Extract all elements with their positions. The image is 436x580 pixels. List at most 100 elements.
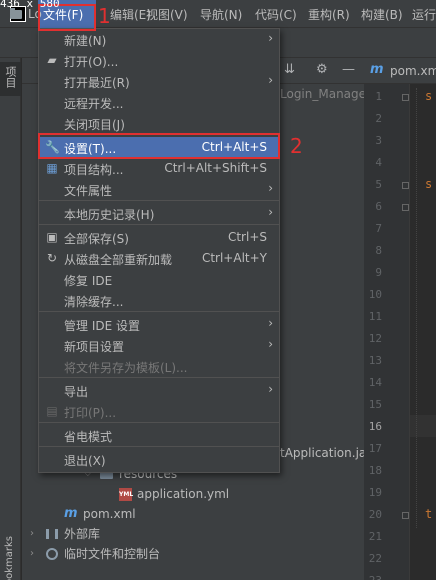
yml-file-icon: YML xyxy=(119,488,133,501)
tree-item-scratches[interactable]: › 临时文件和控制台 xyxy=(22,544,364,564)
line-number: 2 xyxy=(375,112,382,125)
collapse-all-icon[interactable]: ⇊ xyxy=(284,62,295,77)
menu-code[interactable]: 代码(C) xyxy=(255,0,297,28)
menu-item-close-project[interactable]: 关闭项目(J) xyxy=(39,113,279,134)
indent-guide xyxy=(416,88,417,528)
line-number: 21 xyxy=(368,530,382,543)
project-tool-tab-label: 项目 xyxy=(4,66,17,88)
menu-separator xyxy=(39,422,279,423)
menu-view[interactable]: 视图(V) xyxy=(146,0,188,28)
menu-item-save-as-template: 将文件另存为模板(L)... xyxy=(64,361,188,375)
fold-marker-icon[interactable] xyxy=(402,204,409,211)
screenshot-size-label: 436 x 580 xyxy=(0,0,60,10)
fold-marker-icon[interactable] xyxy=(402,512,409,519)
menu-separator xyxy=(39,224,279,225)
maven-icon: m xyxy=(64,506,78,521)
reload-icon: ↻ xyxy=(46,251,58,265)
code-line: t xyxy=(425,507,433,521)
fold-marker-icon[interactable] xyxy=(402,94,409,101)
menu-separator xyxy=(39,377,279,378)
chevron-right-icon[interactable]: › xyxy=(30,544,34,564)
folder-open-icon: ▰ xyxy=(47,53,57,67)
minimize-icon[interactable]: — xyxy=(342,62,355,77)
menu-item-open-recent[interactable]: 打开最近(R) › xyxy=(39,71,279,92)
line-number: 18 xyxy=(368,464,382,477)
menu-item-new[interactable]: 新建(N) › xyxy=(39,29,279,50)
line-number: 14 xyxy=(368,376,382,389)
tree-item-label: 外部库 xyxy=(64,527,101,541)
tree-item-label: application.yml xyxy=(137,487,230,501)
code-line: s xyxy=(425,177,433,191)
menu-item-file-properties[interactable]: 文件属性 › xyxy=(39,179,279,200)
menu-item-project-structure[interactable]: ▦ 项目结构... Ctrl+Alt+Shift+S xyxy=(39,158,279,179)
project-structure-icon: ▦ xyxy=(46,161,58,175)
menu-refactor[interactable]: 重构(R) xyxy=(308,0,350,28)
line-number: 22 xyxy=(368,552,382,565)
chevron-right-icon[interactable]: › xyxy=(30,524,34,544)
menu-item-reload-from-disk[interactable]: ↻ 从磁盘全部重新加载 Ctrl+Alt+Y xyxy=(39,248,279,269)
tree-item-label: pom.xml xyxy=(83,507,136,521)
menu-edit[interactable]: 编辑(E) xyxy=(110,0,151,28)
line-number: 5 xyxy=(375,178,382,191)
annotation-step-2: 2 xyxy=(290,134,303,158)
menu-navigate[interactable]: 导航(N) xyxy=(200,0,242,28)
line-number-current: 16 xyxy=(368,420,382,433)
menu-build[interactable]: 构建(B) xyxy=(361,0,403,28)
line-number: 15 xyxy=(368,398,382,411)
print-icon: ▤ xyxy=(46,404,58,418)
tree-item-label: 临时文件和控制台 xyxy=(64,547,161,561)
chevron-right-icon: › xyxy=(268,73,273,87)
line-number: 3 xyxy=(375,134,382,147)
save-icon: ▣ xyxy=(46,230,58,244)
line-number: 9 xyxy=(375,266,382,279)
tree-item-external-libraries[interactable]: › 外部库 xyxy=(22,524,364,544)
scratches-icon xyxy=(46,548,58,560)
gear-icon[interactable]: ⚙ xyxy=(316,62,328,77)
line-number: 12 xyxy=(368,332,382,345)
editor-tab-pom[interactable]: pom.xm xyxy=(390,64,436,78)
menu-item-save-all[interactable]: ▣ 全部保存(S) Ctrl+S xyxy=(39,227,279,248)
menu-item-local-history[interactable]: 本地历史记录(H) › xyxy=(39,203,279,224)
menu-separator xyxy=(39,446,279,447)
menu-item-open[interactable]: ▰ 打开(O)... xyxy=(39,50,279,71)
chevron-right-icon: › xyxy=(268,382,273,396)
menu-item-manage-ide-settings[interactable]: 管理 IDE 设置 › xyxy=(39,314,279,335)
tree-item-pom[interactable]: m pom.xml xyxy=(22,504,364,524)
line-number: 7 xyxy=(375,222,382,235)
annotation-step-1: 1 xyxy=(98,4,111,28)
application-class-item[interactable]: tApplication.jav xyxy=(280,446,373,460)
menu-separator xyxy=(39,200,279,201)
line-number: 20 xyxy=(368,508,382,521)
bookmarks-tool-tab[interactable]: Bookmarks xyxy=(4,536,15,580)
project-root-path: Login_Manage xyxy=(280,87,367,101)
tree-item-application-yml[interactable]: YML application.yml xyxy=(22,484,364,504)
menu-item-repair-ide[interactable]: 修复 IDE xyxy=(39,269,279,290)
line-number: 23 xyxy=(364,574,382,580)
menu-item-power-save[interactable]: 省电模式 xyxy=(39,425,279,446)
code-line: s xyxy=(425,89,433,103)
line-number: 10 xyxy=(368,288,382,301)
line-number: 8 xyxy=(375,244,382,257)
menu-separator xyxy=(39,311,279,312)
fold-marker-icon[interactable] xyxy=(402,182,409,189)
menu-item-export[interactable]: 导出 › xyxy=(39,380,279,401)
line-number: 6 xyxy=(375,200,382,213)
menu-run[interactable]: 运行 xyxy=(412,0,436,28)
line-number: 13 xyxy=(368,354,382,367)
maven-icon: m xyxy=(370,62,384,77)
line-number: 11 xyxy=(368,310,382,323)
line-number: 1 xyxy=(375,90,382,103)
current-line-highlight xyxy=(410,415,436,437)
line-number: 4 xyxy=(375,156,382,169)
menu-item-exit[interactable]: 退出(X) xyxy=(39,449,279,470)
menu-item-new-project-settings[interactable]: 新项目设置 › xyxy=(39,335,279,356)
line-number: 19 xyxy=(368,486,382,499)
chevron-right-icon: › xyxy=(268,205,273,219)
chevron-right-icon: › xyxy=(268,31,273,45)
folder-icon xyxy=(10,8,22,19)
menu-item-invalidate-caches[interactable]: 清除缓存... xyxy=(39,290,279,311)
annotation-box-settings xyxy=(38,133,280,159)
line-number: 17 xyxy=(368,442,382,455)
library-icon xyxy=(46,529,58,539)
menu-item-remote-dev[interactable]: 远程开发... xyxy=(39,92,279,113)
